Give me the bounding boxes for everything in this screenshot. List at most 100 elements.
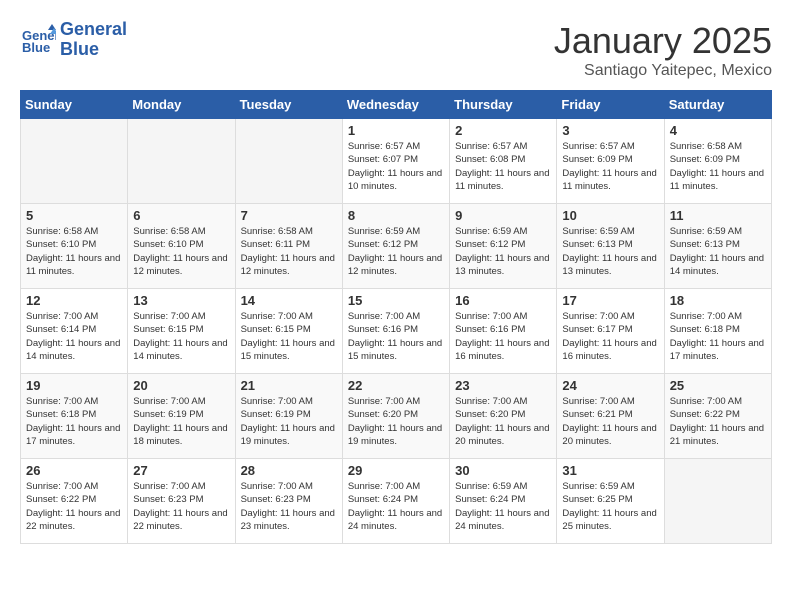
day-info: Sunrise: 6:57 AM Sunset: 6:09 PM Dayligh… [562, 140, 658, 193]
day-number: 18 [670, 293, 766, 308]
day-cell: 27 Sunrise: 7:00 AM Sunset: 6:23 PM Dayli… [128, 459, 235, 544]
day-cell [21, 119, 128, 204]
day-cell: 11Sunrise: 6:59 AM Sunset: 6:13 PM Dayli… [664, 204, 771, 289]
day-number: 19 [26, 378, 122, 393]
day-info: Sunrise: 6:58 AM Sunset: 6:11 PM Dayligh… [241, 225, 337, 278]
week-row-3: 12Sunrise: 7:00 AM Sunset: 6:14 PM Dayli… [21, 289, 772, 374]
day-info: Sunrise: 7:00 AM Sunset: 6:20 PM Dayligh… [348, 395, 444, 448]
logo-blue: Blue [60, 40, 127, 60]
day-cell: 2 Sunrise: 6:57 AM Sunset: 6:08 PM Daylig… [450, 119, 557, 204]
week-row-2: 5 Sunrise: 6:58 AM Sunset: 6:10 PM Daylig… [21, 204, 772, 289]
day-number: 3 [562, 123, 658, 138]
day-number: 8 [348, 208, 444, 223]
page-header: General Blue General Blue January 2025 S… [20, 20, 772, 80]
day-cell: 23 Sunrise: 7:00 AM Sunset: 6:20 PM Dayli… [450, 374, 557, 459]
day-number: 25 [670, 378, 766, 393]
day-number: 21 [241, 378, 337, 393]
day-number: 13 [133, 293, 229, 308]
day-cell: 22 Sunrise: 7:00 AM Sunset: 6:20 PM Dayli… [342, 374, 449, 459]
day-number: 7 [241, 208, 337, 223]
day-cell [235, 119, 342, 204]
logo-icon: General Blue [20, 22, 56, 58]
svg-text:Blue: Blue [22, 40, 50, 55]
week-row-1: 1Sunrise: 6:57 AM Sunset: 6:07 PM Daylig… [21, 119, 772, 204]
day-cell: 1Sunrise: 6:57 AM Sunset: 6:07 PM Daylig… [342, 119, 449, 204]
day-cell: 19Sunrise: 7:00 AM Sunset: 6:18 PM Dayli… [21, 374, 128, 459]
day-info: Sunrise: 7:00 AM Sunset: 6:23 PM Dayligh… [133, 480, 229, 533]
day-number: 9 [455, 208, 551, 223]
day-cell: 7 Sunrise: 6:58 AM Sunset: 6:11 PM Daylig… [235, 204, 342, 289]
day-header-friday: Friday [557, 91, 664, 119]
day-info: Sunrise: 6:59 AM Sunset: 6:25 PM Dayligh… [562, 480, 658, 533]
day-cell: 3 Sunrise: 6:57 AM Sunset: 6:09 PM Daylig… [557, 119, 664, 204]
day-info: Sunrise: 7:00 AM Sunset: 6:22 PM Dayligh… [670, 395, 766, 448]
day-info: Sunrise: 7:00 AM Sunset: 6:19 PM Dayligh… [133, 395, 229, 448]
day-info: Sunrise: 6:59 AM Sunset: 6:12 PM Dayligh… [348, 225, 444, 278]
day-number: 14 [241, 293, 337, 308]
day-number: 17 [562, 293, 658, 308]
title-block: January 2025 Santiago Yaitepec, Mexico [554, 20, 772, 80]
day-number: 27 [133, 463, 229, 478]
day-info: Sunrise: 7:00 AM Sunset: 6:15 PM Dayligh… [241, 310, 337, 363]
day-info: Sunrise: 6:59 AM Sunset: 6:24 PM Dayligh… [455, 480, 551, 533]
day-number: 15 [348, 293, 444, 308]
day-cell: 13 Sunrise: 7:00 AM Sunset: 6:15 PM Dayli… [128, 289, 235, 374]
day-cell: 20Sunrise: 7:00 AM Sunset: 6:19 PM Dayli… [128, 374, 235, 459]
day-info: Sunrise: 6:57 AM Sunset: 6:08 PM Dayligh… [455, 140, 551, 193]
day-cell [664, 459, 771, 544]
day-number: 11 [670, 208, 766, 223]
location-title: Santiago Yaitepec, Mexico [554, 62, 772, 80]
calendar-table: SundayMondayTuesdayWednesdayThursdayFrid… [20, 90, 772, 544]
day-header-wednesday: Wednesday [342, 91, 449, 119]
day-number: 29 [348, 463, 444, 478]
day-info: Sunrise: 7:00 AM Sunset: 6:18 PM Dayligh… [670, 310, 766, 363]
day-info: Sunrise: 7:00 AM Sunset: 6:20 PM Dayligh… [455, 395, 551, 448]
day-info: Sunrise: 6:58 AM Sunset: 6:09 PM Dayligh… [670, 140, 766, 193]
day-cell: 12Sunrise: 7:00 AM Sunset: 6:14 PM Dayli… [21, 289, 128, 374]
day-cell: 8 Sunrise: 6:59 AM Sunset: 6:12 PM Daylig… [342, 204, 449, 289]
day-cell: 26Sunrise: 7:00 AM Sunset: 6:22 PM Dayli… [21, 459, 128, 544]
week-row-4: 19Sunrise: 7:00 AM Sunset: 6:18 PM Dayli… [21, 374, 772, 459]
week-row-5: 26Sunrise: 7:00 AM Sunset: 6:22 PM Dayli… [21, 459, 772, 544]
day-info: Sunrise: 6:58 AM Sunset: 6:10 PM Dayligh… [26, 225, 122, 278]
day-cell: 15Sunrise: 7:00 AM Sunset: 6:16 PM Dayli… [342, 289, 449, 374]
day-cell: 18 Sunrise: 7:00 AM Sunset: 6:18 PM Dayli… [664, 289, 771, 374]
logo-general: General [60, 20, 127, 40]
day-header-saturday: Saturday [664, 91, 771, 119]
day-info: Sunrise: 6:57 AM Sunset: 6:07 PM Dayligh… [348, 140, 444, 193]
day-number: 24 [562, 378, 658, 393]
day-number: 28 [241, 463, 337, 478]
day-info: Sunrise: 7:00 AM Sunset: 6:23 PM Dayligh… [241, 480, 337, 533]
day-number: 22 [348, 378, 444, 393]
day-cell: 16 Sunrise: 7:00 AM Sunset: 6:16 PM Dayli… [450, 289, 557, 374]
day-info: Sunrise: 7:00 AM Sunset: 6:24 PM Dayligh… [348, 480, 444, 533]
day-info: Sunrise: 7:00 AM Sunset: 6:16 PM Dayligh… [455, 310, 551, 363]
day-cell: 28 Sunrise: 7:00 AM Sunset: 6:23 PM Dayli… [235, 459, 342, 544]
day-number: 16 [455, 293, 551, 308]
day-number: 4 [670, 123, 766, 138]
day-number: 23 [455, 378, 551, 393]
day-info: Sunrise: 7:00 AM Sunset: 6:17 PM Dayligh… [562, 310, 658, 363]
logo: General Blue General Blue [20, 20, 127, 60]
day-header-tuesday: Tuesday [235, 91, 342, 119]
day-header-sunday: Sunday [21, 91, 128, 119]
day-info: Sunrise: 6:59 AM Sunset: 6:13 PM Dayligh… [562, 225, 658, 278]
day-cell: 31Sunrise: 6:59 AM Sunset: 6:25 PM Dayli… [557, 459, 664, 544]
day-cell: 10Sunrise: 6:59 AM Sunset: 6:13 PM Dayli… [557, 204, 664, 289]
day-cell: 14 Sunrise: 7:00 AM Sunset: 6:15 PM Dayli… [235, 289, 342, 374]
day-number: 2 [455, 123, 551, 138]
day-cell: 6 Sunrise: 6:58 AM Sunset: 6:10 PM Daylig… [128, 204, 235, 289]
day-info: Sunrise: 6:59 AM Sunset: 6:12 PM Dayligh… [455, 225, 551, 278]
day-number: 5 [26, 208, 122, 223]
day-info: Sunrise: 7:00 AM Sunset: 6:15 PM Dayligh… [133, 310, 229, 363]
day-number: 30 [455, 463, 551, 478]
day-number: 6 [133, 208, 229, 223]
day-header-thursday: Thursday [450, 91, 557, 119]
day-info: Sunrise: 7:00 AM Sunset: 6:19 PM Dayligh… [241, 395, 337, 448]
day-info: Sunrise: 6:58 AM Sunset: 6:10 PM Dayligh… [133, 225, 229, 278]
day-header-monday: Monday [128, 91, 235, 119]
day-cell: 29 Sunrise: 7:00 AM Sunset: 6:24 PM Dayli… [342, 459, 449, 544]
day-info: Sunrise: 7:00 AM Sunset: 6:14 PM Dayligh… [26, 310, 122, 363]
day-cell: 25 Sunrise: 7:00 AM Sunset: 6:22 PM Dayli… [664, 374, 771, 459]
day-number: 26 [26, 463, 122, 478]
